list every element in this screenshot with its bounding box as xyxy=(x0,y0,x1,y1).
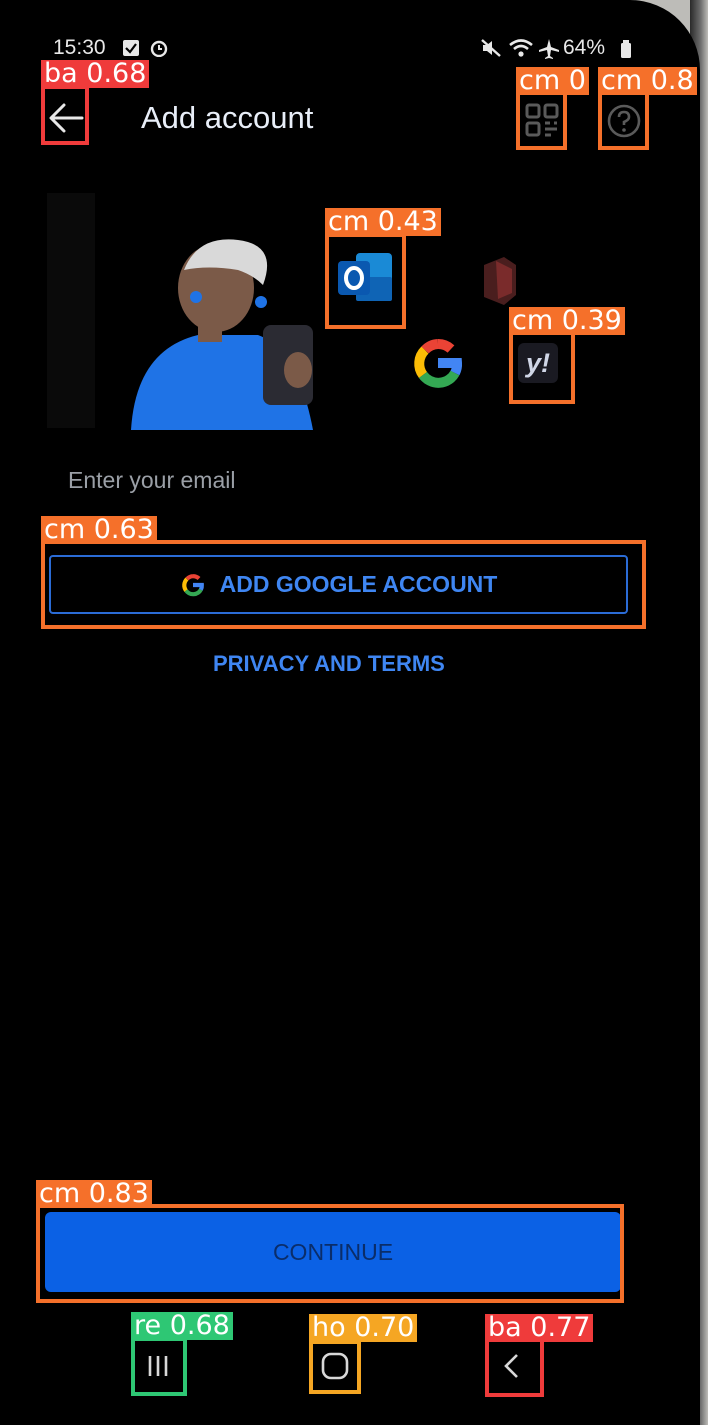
battery-percent: 64% xyxy=(563,36,606,59)
alarm-icon xyxy=(150,40,168,57)
detection-box-google-button xyxy=(41,540,646,629)
detection-label: cm 0.8 xyxy=(598,67,697,95)
google-logo-icon xyxy=(414,339,463,388)
detection-label: cm 0.83 xyxy=(36,1180,152,1208)
detection-box-nav-back xyxy=(485,1338,544,1397)
detection-label: cm 0.43 xyxy=(325,208,441,236)
email-field-placeholder[interactable]: Enter your email xyxy=(68,467,235,494)
detection-box-continue xyxy=(36,1204,624,1303)
detection-box-home xyxy=(309,1340,361,1394)
mute-icon xyxy=(481,39,501,57)
person-illustration xyxy=(131,239,313,430)
battery-icon xyxy=(621,40,631,58)
detection-label: cm 0 xyxy=(516,67,589,95)
office-icon xyxy=(484,257,516,305)
airplane-icon xyxy=(539,39,559,59)
detection-box-outlook xyxy=(325,233,406,329)
detection-box-qr xyxy=(516,90,567,150)
detection-box-yahoo xyxy=(509,331,575,404)
detection-label: ho 0.70 xyxy=(309,1314,418,1342)
detection-label: re 0.68 xyxy=(131,1312,233,1340)
wifi-icon xyxy=(509,39,533,57)
calendar-check-icon xyxy=(123,40,139,56)
detection-label: cm 0.39 xyxy=(509,307,625,335)
detection-label: ba 0.77 xyxy=(485,1314,594,1342)
page-title: Add account xyxy=(141,100,314,135)
status-time: 15:30 xyxy=(53,36,106,59)
detection-label: cm 0.63 xyxy=(41,516,157,544)
privacy-terms-link[interactable]: PRIVACY AND TERMS xyxy=(213,651,445,677)
detection-box-recents xyxy=(131,1337,187,1396)
phone-screen: 15:30 64% Add account y! Enter your emai… xyxy=(0,0,700,1425)
illustration-panel xyxy=(47,193,95,428)
detection-box-help xyxy=(598,90,649,150)
detection-label: ba 0.68 xyxy=(41,60,150,88)
detection-box-back xyxy=(41,85,89,145)
